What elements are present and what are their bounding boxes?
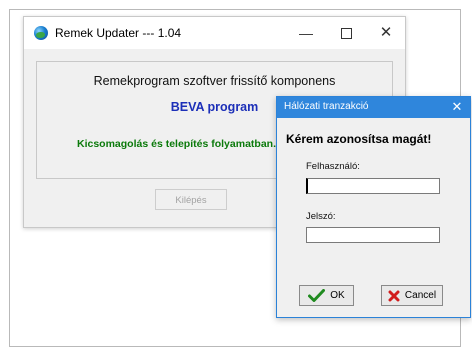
cancel-button[interactable]: Cancel: [381, 285, 443, 306]
check-icon: [308, 289, 326, 302]
password-input[interactable]: [306, 227, 440, 243]
dialog-title: Hálózati tranzakció: [284, 101, 369, 112]
window-title: Remek Updater --- 1.04: [55, 26, 182, 40]
username-input[interactable]: [306, 178, 440, 194]
login-titlebar[interactable]: Hálózati tranzakció ✕: [277, 97, 470, 118]
cancel-label: Cancel: [404, 290, 437, 301]
auth-heading: Kérem azonosítsa magát!: [286, 132, 432, 146]
updater-globe-icon: [34, 26, 48, 40]
close-button[interactable]: ✕: [376, 23, 396, 43]
updater-titlebar[interactable]: Remek Updater --- 1.04 — ✕: [24, 17, 405, 49]
login-dialog: Hálózati tranzakció ✕ Kérem azonosítsa m…: [276, 96, 471, 318]
component-headline: Remekprogram szoftver frissítő komponens: [93, 74, 336, 88]
password-label: Jelszó:: [306, 211, 336, 222]
dialog-close-button[interactable]: ✕: [450, 99, 464, 115]
exit-button[interactable]: Kilépés: [155, 189, 227, 210]
ok-button[interactable]: OK: [299, 285, 354, 306]
ok-label: OK: [330, 290, 345, 301]
x-icon: [388, 290, 400, 301]
install-status: Kicsomagolás és telepítés folyamatban...: [77, 138, 282, 150]
username-label: Felhasználó:: [306, 161, 360, 172]
minimize-button[interactable]: —: [296, 23, 316, 43]
maximize-button[interactable]: [336, 23, 356, 43]
maximize-icon: [340, 28, 352, 39]
